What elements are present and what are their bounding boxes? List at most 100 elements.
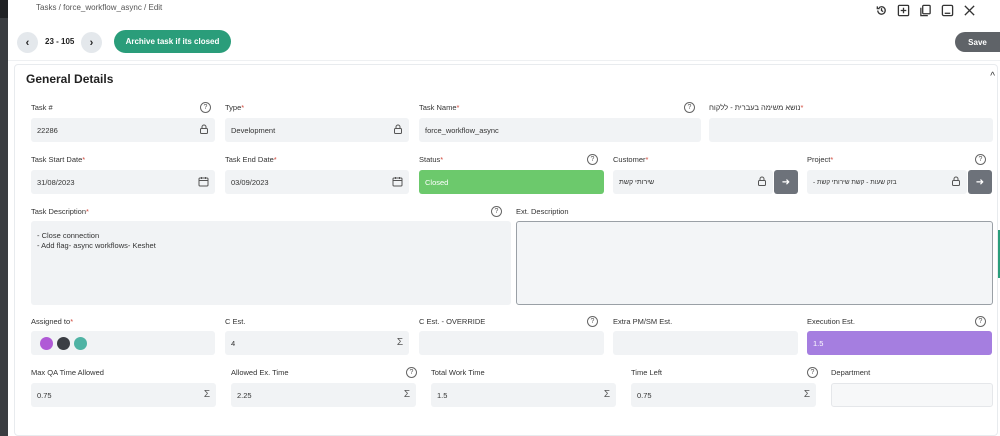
add-window-icon[interactable] [896,3,910,17]
c-est-override-input[interactable] [419,331,604,355]
help-icon[interactable]: ? [587,154,598,165]
c-est-value: 4 [231,338,236,348]
status-value: Closed [425,177,449,187]
avatar[interactable] [74,337,87,350]
open-customer-button[interactable]: ➜ [774,170,798,194]
department-select[interactable] [831,383,993,407]
project-select[interactable]: בזק שעות - קשת שירותי קשת - [807,170,967,194]
task-number-value: 22286 [37,125,58,135]
task-description-label: Task Description* [31,207,89,216]
section-title: General Details [26,72,114,86]
execution-est-value: 1.5 [813,338,824,348]
arrow-right-icon: ➜ [975,176,985,188]
max-qa-input[interactable]: 0.75 Σ [31,383,216,407]
left-panel-dim [0,0,8,18]
help-icon[interactable]: ? [975,154,986,165]
calendar-icon[interactable] [198,176,209,189]
help-icon[interactable]: ? [975,316,986,327]
lock-icon [393,124,403,136]
copy-icon[interactable] [918,3,932,17]
customer-select[interactable]: שירותי קשת [613,170,773,194]
end-date-input[interactable]: 03/09/2023 [225,170,409,194]
c-est-override-label: C Est. - OVERRIDE [419,317,486,326]
hebrew-subject-label: נושא משימה בעברית - ללקוח* [709,103,804,112]
max-qa-value: 0.75 [37,390,52,400]
open-project-button[interactable]: ➜ [968,170,992,194]
status-select[interactable]: Closed [419,170,604,194]
hebrew-subject-input[interactable] [709,118,993,142]
department-label: Department [831,368,871,377]
end-date-value: 03/09/2023 [231,177,269,187]
description-line: - Close connection [37,231,100,240]
help-icon[interactable]: ? [684,102,695,113]
edit-task-window: Tasks / force_workflow_async / Edit ‹ 23… [8,0,1000,436]
lock-icon [951,176,961,188]
extra-pm-label: Extra PM/SM Est. [613,317,673,326]
task-number-label: Task # [31,103,53,112]
help-icon[interactable]: ? [491,206,502,217]
task-number-field[interactable]: 22286 [31,118,215,142]
window-controls [874,3,976,17]
type-field[interactable]: Development [225,118,409,142]
arrow-right-icon: ➜ [781,176,791,188]
help-icon[interactable]: ? [200,102,211,113]
close-icon[interactable] [962,3,976,17]
task-name-value: force_workflow_async [425,125,499,135]
total-work-label: Total Work Time [431,368,485,377]
sum-icon: Σ [803,389,810,400]
execution-est-input[interactable]: 1.5 [807,331,992,355]
sum-icon: Σ [203,389,210,400]
sum-icon: Σ [396,337,403,348]
customer-label: Customer* [613,155,649,164]
calendar-icon[interactable] [392,176,403,189]
start-date-input[interactable]: 31/08/2023 [31,170,215,194]
total-work-value: 1.5 [437,390,448,400]
start-date-value: 31/08/2023 [37,177,75,187]
allowed-ex-label: Allowed Ex. Time [231,368,289,377]
general-details-card: General Details ^ Task # ? 22286 Type* D… [14,64,998,436]
status-label: Status* [419,155,444,164]
collapse-icon[interactable]: ^ [990,71,995,82]
lock-icon [199,124,209,136]
ext-description-textarea[interactable] [516,221,993,305]
max-qa-label: Max QA Time Allowed [31,368,104,377]
task-name-label: Task Name* [419,103,460,112]
c-est-input[interactable]: 4Σ [225,331,409,355]
minimize-icon[interactable] [940,3,954,17]
next-record-button[interactable]: › [81,32,102,53]
end-date-label: Task End Date* [225,155,277,164]
assigned-to-label: Assigned to* [31,317,74,326]
type-label: Type* [225,103,245,112]
description-line: - Add flag- async workflows- Keshet [37,241,156,250]
time-left-input[interactable]: 0.75 Σ [631,383,816,407]
help-icon[interactable]: ? [587,316,598,327]
prev-record-button[interactable]: ‹ [17,32,38,53]
help-icon[interactable]: ? [406,367,417,378]
history-icon[interactable] [874,3,888,17]
breadcrumb: Tasks / force_workflow_async / Edit [36,3,163,12]
time-left-value: 0.75 [637,390,652,400]
task-description-textarea[interactable]: - Close connection - Add flag- async wor… [31,221,511,305]
sum-icon: Σ [603,389,610,400]
task-name-input[interactable]: force_workflow_async [419,118,701,142]
avatar[interactable] [40,337,53,350]
extra-pm-input[interactable] [613,331,798,355]
archive-task-button[interactable]: Archive task if its closed [114,30,231,53]
allowed-ex-input[interactable]: 2.25 Σ [231,383,416,407]
project-label: Project* [807,155,834,164]
start-date-label: Task Start Date* [31,155,86,164]
lock-icon [757,176,767,188]
time-left-label: Time Left [631,368,662,377]
toolbar-divider [8,60,1000,61]
record-counter: 23 - 105 [45,37,75,46]
avatar[interactable] [57,337,70,350]
allowed-ex-value: 2.25 [237,390,252,400]
toolbar: ‹ 23 - 105 › Archive task if its closed … [8,26,1000,60]
save-button[interactable]: Save [955,32,1000,52]
project-value: בזק שעות - קשת שירותי קשת - [813,178,897,186]
customer-value: שירותי קשת [619,178,655,186]
total-work-input[interactable]: 1.5 Σ [431,383,616,407]
assigned-to-field[interactable] [31,331,215,355]
execution-est-label: Execution Est. [807,317,855,326]
help-icon[interactable]: ? [807,367,818,378]
